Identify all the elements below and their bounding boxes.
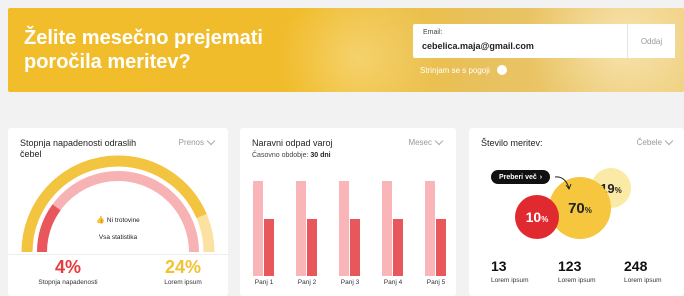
filter-dropdown[interactable]: Prenos <box>178 136 216 147</box>
bar-dark <box>350 219 360 276</box>
thumbs-up-icon: 👍 <box>96 217 105 224</box>
bar-dark <box>436 219 446 276</box>
chevron-right-icon: › <box>539 173 543 181</box>
count-item: 248 Lorem ipsum <box>624 258 662 284</box>
connector-line <box>554 176 572 191</box>
stat-secondary: 24% Lorem ipsum <box>148 256 218 286</box>
bar-category-label: Panj 3 <box>340 279 360 286</box>
consent-row: Strinjam se s pogoji <box>420 65 507 75</box>
bar-light <box>253 181 263 276</box>
count-item: 13 Lorem ipsum <box>491 258 529 284</box>
read-more-button[interactable]: Preberi več › <box>491 170 551 184</box>
email-input[interactable] <box>422 39 617 53</box>
stat-value: 24% <box>164 257 202 277</box>
gauge-caption: 👍 Ni trotovine <box>96 217 140 224</box>
stat-label: Lorem ipsum <box>164 279 202 286</box>
bar-category-label: Panj 5 <box>426 279 446 286</box>
stat-label: Stopnja napadenosti <box>38 279 98 286</box>
bar-chart <box>253 181 446 276</box>
bar-dark <box>307 219 317 276</box>
bar-category-label: Panj 4 <box>383 279 403 286</box>
bar-category-label: Panj 2 <box>297 279 317 286</box>
bar-dark <box>264 219 274 276</box>
infestation-card: Stopnja napadenosti odraslih čebel Preno… <box>8 128 228 296</box>
bar-light <box>296 181 306 276</box>
infestation-gauge <box>21 155 215 253</box>
bar-category-label: Panj 1 <box>254 279 274 286</box>
bar-light <box>339 181 349 276</box>
consent-toggle[interactable] <box>496 65 507 75</box>
stat-value: 4% <box>54 257 82 277</box>
filter-label: Prenos <box>178 138 204 147</box>
count-item: 123 Lorem ipsum <box>558 258 596 284</box>
bar-light <box>382 181 392 276</box>
banner-title: Želite mesečno prejemati poročila merite… <box>24 27 263 73</box>
divider <box>8 254 228 255</box>
bar-light <box>425 181 435 276</box>
email-label: Email: <box>423 29 443 36</box>
email-form: Email: Oddaj <box>413 24 675 58</box>
bar-dark <box>393 219 403 276</box>
consent-label: Strinjam se s pogoji <box>420 65 490 75</box>
submit-button[interactable]: Oddaj <box>627 24 675 58</box>
all-stats-link[interactable]: Vsa statistika <box>8 234 228 241</box>
newsletter-banner: Želite mesečno prejemati poročila merite… <box>8 8 684 92</box>
natural-drop-card: Naravni odpad varoj Mesec Časovno obdobj… <box>240 128 456 296</box>
stat-infestation: 4% Stopnja napadenosti <box>28 256 108 286</box>
measurements-card: Število meritev: Čebele Preberi več › 10%… <box>469 128 684 296</box>
chevron-down-icon <box>206 136 216 146</box>
